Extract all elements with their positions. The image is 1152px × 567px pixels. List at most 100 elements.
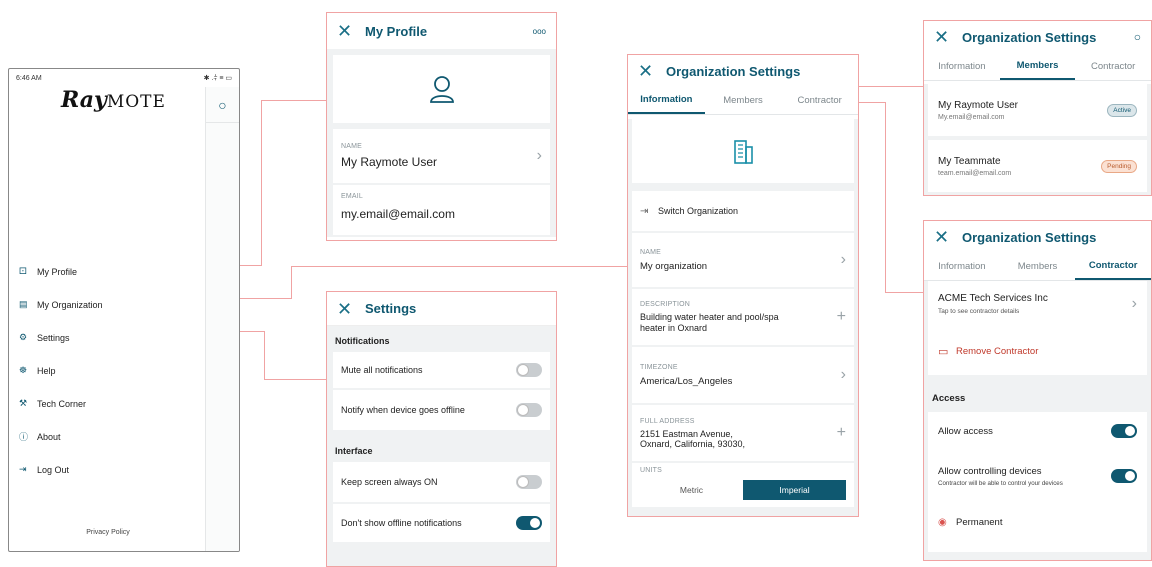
member-row[interactable]: My Raymote User My.email@email.com Activ… bbox=[928, 84, 1147, 136]
connector-settings bbox=[264, 379, 328, 380]
tab-contractor[interactable]: Contractor bbox=[1075, 53, 1151, 80]
tools-icon: ⚒ bbox=[19, 398, 28, 408]
privacy-policy-link[interactable]: Privacy Policy bbox=[9, 529, 207, 536]
drawer-item-my-organization[interactable]: ▤ My Organization bbox=[19, 288, 103, 321]
drawer-item-label: Tech Corner bbox=[37, 398, 87, 409]
members-title: Organization Settings bbox=[962, 29, 1097, 45]
units-section: UNITS Metric Imperial bbox=[632, 463, 854, 507]
member-row[interactable]: My Teammate team.email@email.com Pending bbox=[928, 140, 1147, 192]
allow-access-toggle[interactable] bbox=[1111, 424, 1137, 438]
logout-icon: ⇥ bbox=[19, 464, 27, 474]
profile-name-row[interactable]: NAME My Raymote User › bbox=[333, 129, 550, 183]
contractor-card: ACME Tech Services Inc Tap to see contra… bbox=[928, 281, 1147, 375]
trash-icon: ▭ bbox=[938, 345, 949, 358]
connector-profile bbox=[261, 100, 328, 101]
permanent-option[interactable]: ◉ Permanent bbox=[938, 502, 1137, 542]
switch-label: Switch Organization bbox=[658, 206, 739, 216]
drawer-item-tech-corner[interactable]: ⚒ Tech Corner bbox=[19, 387, 103, 420]
drawer-item-help[interactable]: ☸ Help bbox=[19, 354, 103, 387]
name-label: NAME bbox=[341, 143, 363, 150]
org-address-row[interactable]: FULL ADDRESS 2151 Eastman Avenue, Oxnard… bbox=[632, 405, 854, 461]
drawer-item-about[interactable]: ⓘ About bbox=[19, 420, 103, 453]
switch-icon: ⇥ bbox=[640, 205, 649, 217]
tab-members[interactable]: Members bbox=[1000, 253, 1076, 280]
close-icon[interactable]: ✕ bbox=[337, 300, 359, 318]
org-name-value: My organization bbox=[640, 260, 708, 272]
connector-contractor bbox=[885, 102, 886, 293]
contractor-company-sub: Tap to see contractor details bbox=[938, 308, 1020, 315]
profile-email-row: EMAIL my.email@email.com bbox=[333, 185, 550, 235]
remove-contractor-button[interactable]: ▭ Remove Contractor bbox=[938, 327, 1137, 375]
chevron-right-icon: › bbox=[1131, 295, 1137, 312]
notifications-header: Notifications bbox=[335, 336, 390, 346]
email-label: EMAIL bbox=[341, 193, 364, 200]
org-desc-label: DESCRIPTION bbox=[640, 300, 691, 308]
member-email: team.email@email.com bbox=[938, 169, 1012, 177]
tab-information[interactable]: Information bbox=[628, 87, 705, 114]
contractor-company: ACME Tech Services Inc bbox=[938, 293, 1048, 304]
member-name: My Raymote User bbox=[938, 99, 1019, 111]
mute-label: Mute all notifications bbox=[341, 365, 423, 375]
drawer-item-settings[interactable]: ⚙ Settings bbox=[19, 321, 103, 354]
org-desc-row[interactable]: DESCRIPTION Building water heater and po… bbox=[632, 289, 854, 345]
connector-org bbox=[291, 266, 628, 267]
drawer-item-label: My Organization bbox=[37, 299, 103, 310]
tab-information[interactable]: Information bbox=[924, 253, 1000, 280]
units-metric-button[interactable]: Metric bbox=[640, 485, 743, 495]
help-icon: ☸ bbox=[19, 365, 28, 375]
status-icons: ✱ .⫩ ≡ ▭ bbox=[203, 74, 232, 82]
drawer-item-label: About bbox=[37, 431, 61, 442]
tab-members[interactable]: Members bbox=[705, 87, 782, 114]
user-icon[interactable]: ○ bbox=[218, 97, 226, 113]
drawer-item-log-out[interactable]: ⇥ Log Out bbox=[19, 453, 103, 486]
dont-show-toggle[interactable] bbox=[516, 516, 542, 530]
more-icon[interactable]: ooo bbox=[533, 27, 546, 36]
tab-contractor[interactable]: Contractor bbox=[781, 87, 858, 114]
access-card: Allow access Allow controlling devices C… bbox=[928, 412, 1147, 552]
connector-contractor bbox=[885, 292, 925, 293]
info-icon: ⓘ bbox=[19, 432, 29, 442]
allow-controlling-toggle[interactable] bbox=[1111, 469, 1137, 483]
avatar bbox=[333, 55, 550, 123]
org-members-panel: ✕ Organization Settings ○ Information Me… bbox=[923, 20, 1152, 196]
my-profile-panel: ✕ My Profile ooo NAME My Raymote User › … bbox=[326, 12, 557, 241]
status-badge: Active bbox=[1107, 103, 1137, 117]
close-icon[interactable]: ✕ bbox=[638, 62, 660, 80]
close-icon[interactable]: ✕ bbox=[934, 228, 956, 246]
tab-members[interactable]: Members bbox=[999, 53, 1076, 80]
connector-org bbox=[291, 266, 292, 299]
org-tz-row[interactable]: TIMEZONE America/Los_Angeles › bbox=[632, 347, 854, 403]
plus-icon: + bbox=[836, 424, 846, 441]
drawer-item-label: My Profile bbox=[37, 266, 78, 277]
interface-header: Interface bbox=[335, 446, 373, 456]
contractor-details-row[interactable]: ACME Tech Services Inc Tap to see contra… bbox=[938, 281, 1137, 327]
tab-information[interactable]: Information bbox=[924, 53, 1000, 80]
switch-organization-button[interactable]: ⇥ Switch Organization bbox=[632, 191, 854, 231]
org-name-row[interactable]: NAME My organization › bbox=[632, 233, 854, 287]
tab-contractor[interactable]: Contractor bbox=[1075, 253, 1151, 280]
close-icon[interactable]: ✕ bbox=[337, 22, 359, 40]
drawer-item-my-profile[interactable]: ⚀ My Profile bbox=[19, 255, 103, 288]
dont-show-label: Don't show offline notifications bbox=[341, 518, 462, 528]
allow-access-label: Allow access bbox=[938, 425, 993, 437]
org-address-label: FULL ADDRESS bbox=[640, 417, 695, 425]
building-icon: ▤ bbox=[19, 299, 28, 309]
org-title: Organization Settings bbox=[666, 63, 801, 79]
units-label: UNITS bbox=[640, 467, 662, 474]
mute-toggle[interactable] bbox=[516, 363, 542, 377]
drawer-menu: ⚀ My Profile ▤ My Organization ⚙ Settings ☸ Hel… bbox=[19, 255, 103, 486]
close-icon[interactable]: ✕ bbox=[934, 28, 956, 46]
settings-panel: ✕ Settings Notifications Mute all notifi… bbox=[326, 291, 557, 567]
units-imperial-button[interactable]: Imperial bbox=[743, 480, 846, 500]
notify-offline-label: Notify when device goes offline bbox=[341, 405, 465, 415]
name-value: My Raymote User bbox=[341, 155, 438, 169]
drawer-right-strip: ○ bbox=[205, 87, 239, 551]
org-address-line2: Oxnard, California, 93030, bbox=[640, 438, 746, 449]
keep-on-toggle[interactable] bbox=[516, 475, 542, 489]
permanent-label: Permanent bbox=[956, 516, 1003, 528]
org-tz-value: America/Los_Angeles bbox=[640, 375, 733, 387]
notify-offline-toggle[interactable] bbox=[516, 403, 542, 417]
drawer-item-label: Settings bbox=[37, 332, 70, 343]
gear-icon: ⚙ bbox=[19, 332, 28, 342]
add-user-icon[interactable]: ○ bbox=[1134, 30, 1141, 44]
